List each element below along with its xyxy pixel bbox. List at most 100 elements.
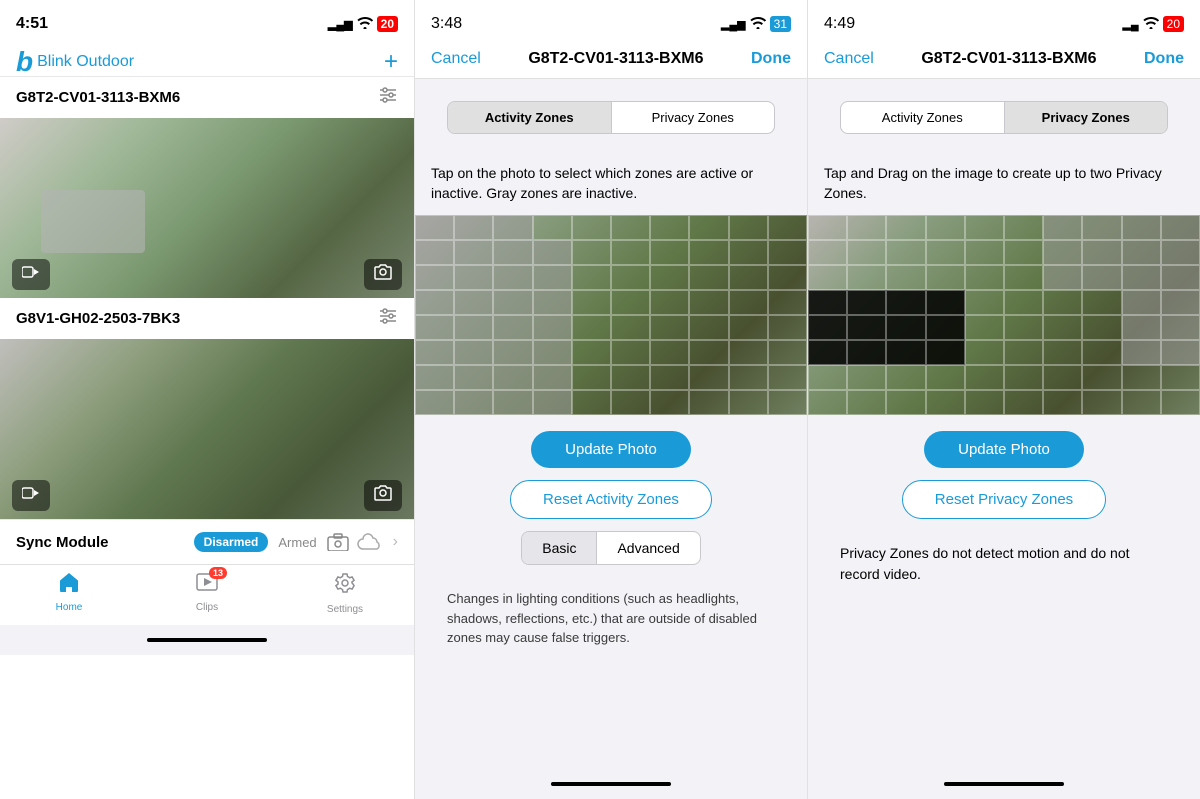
zone-cell[interactable] <box>454 215 493 240</box>
zone-cell[interactable] <box>533 340 572 365</box>
cancel-button-privacy[interactable]: Cancel <box>824 50 874 68</box>
privacy-zone-cell[interactable] <box>1161 265 1200 290</box>
privacy-zone-cell[interactable] <box>965 215 1004 240</box>
zone-cell[interactable] <box>572 390 611 415</box>
privacy-zone-cell[interactable] <box>1161 315 1200 340</box>
privacy-zone-cell[interactable] <box>965 240 1004 265</box>
zone-cell[interactable] <box>689 290 728 315</box>
zone-cell[interactable] <box>572 365 611 390</box>
privacy-zone-cell[interactable] <box>1043 215 1082 240</box>
zone-cell[interactable] <box>650 215 689 240</box>
zone-cell[interactable] <box>729 215 768 240</box>
privacy-zone-cell[interactable] <box>847 365 886 390</box>
zone-cell[interactable] <box>729 240 768 265</box>
privacy-zone-cell[interactable] <box>808 265 847 290</box>
zone-cell[interactable] <box>611 390 650 415</box>
privacy-zone-cell[interactable] <box>808 390 847 415</box>
zone-cell[interactable] <box>768 340 807 365</box>
zone-cell[interactable] <box>415 265 454 290</box>
privacy-zone-cell[interactable] <box>847 215 886 240</box>
privacy-zone-cell[interactable] <box>1161 215 1200 240</box>
privacy-zone-cell[interactable] <box>1082 265 1121 290</box>
privacy-zone-cell[interactable] <box>1004 265 1043 290</box>
zone-cell[interactable] <box>415 290 454 315</box>
zone-cell[interactable] <box>768 215 807 240</box>
zone-cell[interactable] <box>454 265 493 290</box>
privacy-zone-cell[interactable] <box>965 265 1004 290</box>
privacy-zone-cell[interactable] <box>926 340 965 365</box>
privacy-zone-cell[interactable] <box>1082 390 1121 415</box>
zone-cell[interactable] <box>533 365 572 390</box>
reset-privacy-zones-button[interactable]: Reset Privacy Zones <box>902 480 1106 519</box>
zone-image-privacy[interactable] <box>808 215 1200 415</box>
zone-cell[interactable] <box>650 390 689 415</box>
zone-cell[interactable] <box>454 290 493 315</box>
zone-cell[interactable] <box>533 240 572 265</box>
zone-cell[interactable] <box>650 290 689 315</box>
privacy-zone-cell[interactable] <box>1082 315 1121 340</box>
photo-button-2[interactable] <box>364 480 402 511</box>
tab-activity-zones-p[interactable]: Activity Zones <box>841 102 1004 133</box>
zone-cell[interactable] <box>729 290 768 315</box>
zone-cell[interactable] <box>768 315 807 340</box>
privacy-zone-cell[interactable] <box>1122 240 1161 265</box>
privacy-zone-cell[interactable] <box>1122 340 1161 365</box>
tab-privacy-zones-p[interactable]: Privacy Zones <box>1005 102 1168 133</box>
privacy-zone-cell[interactable] <box>1082 240 1121 265</box>
zone-cell[interactable] <box>415 365 454 390</box>
zone-cell[interactable] <box>768 265 807 290</box>
privacy-zone-cell[interactable] <box>886 390 925 415</box>
zone-cell[interactable] <box>729 315 768 340</box>
privacy-zone-cell[interactable] <box>1043 390 1082 415</box>
zone-cell[interactable] <box>611 315 650 340</box>
zone-cell[interactable] <box>572 240 611 265</box>
badge-disarmed[interactable]: Disarmed <box>194 532 269 552</box>
zone-cell[interactable] <box>454 315 493 340</box>
tab-privacy-zones[interactable]: Privacy Zones <box>612 102 775 133</box>
tab-home[interactable]: Home <box>0 571 138 615</box>
privacy-zone-cell[interactable] <box>965 390 1004 415</box>
privacy-zone-cell[interactable] <box>1043 365 1082 390</box>
zone-cell[interactable] <box>689 265 728 290</box>
zone-cell[interactable] <box>768 240 807 265</box>
zone-cell[interactable] <box>611 240 650 265</box>
privacy-zone-cell[interactable] <box>1082 340 1121 365</box>
zone-cell[interactable] <box>611 215 650 240</box>
zone-cell[interactable] <box>493 290 532 315</box>
photo-button-1[interactable] <box>364 259 402 290</box>
zone-cell[interactable] <box>415 390 454 415</box>
zone-cell[interactable] <box>493 215 532 240</box>
privacy-zone-cell[interactable] <box>808 215 847 240</box>
privacy-zone-grid[interactable] <box>808 215 1200 415</box>
reset-activity-zones-button[interactable]: Reset Activity Zones <box>510 480 712 519</box>
privacy-zone-cell[interactable] <box>1122 315 1161 340</box>
privacy-zone-cell[interactable] <box>886 340 925 365</box>
update-photo-button-activity[interactable]: Update Photo <box>531 431 691 468</box>
zone-cell[interactable] <box>611 365 650 390</box>
zone-cell[interactable] <box>415 315 454 340</box>
zone-cell[interactable] <box>533 390 572 415</box>
zone-cell[interactable] <box>533 315 572 340</box>
zone-cell[interactable] <box>611 290 650 315</box>
video-button-2[interactable] <box>12 480 50 511</box>
advanced-mode-button[interactable]: Advanced <box>597 532 699 564</box>
done-button-activity[interactable]: Done <box>751 50 791 68</box>
privacy-zone-cell[interactable] <box>808 365 847 390</box>
privacy-zone-cell[interactable] <box>808 240 847 265</box>
zone-cell[interactable] <box>572 265 611 290</box>
zone-cell[interactable] <box>689 390 728 415</box>
zone-cell[interactable] <box>493 315 532 340</box>
privacy-zone-cell[interactable] <box>1122 365 1161 390</box>
zone-cell[interactable] <box>572 315 611 340</box>
video-button-1[interactable] <box>12 259 50 290</box>
tab-settings[interactable]: Settings <box>276 571 414 615</box>
privacy-zone-cell[interactable] <box>965 315 1004 340</box>
privacy-zone-cell[interactable] <box>847 290 886 315</box>
zone-cell[interactable] <box>572 340 611 365</box>
zone-cell[interactable] <box>454 365 493 390</box>
privacy-zone-cell[interactable] <box>1043 265 1082 290</box>
done-button-privacy[interactable]: Done <box>1144 50 1184 68</box>
privacy-zone-cell[interactable] <box>1004 365 1043 390</box>
privacy-zone-cell[interactable] <box>1161 390 1200 415</box>
privacy-zone-cell[interactable] <box>1004 315 1043 340</box>
